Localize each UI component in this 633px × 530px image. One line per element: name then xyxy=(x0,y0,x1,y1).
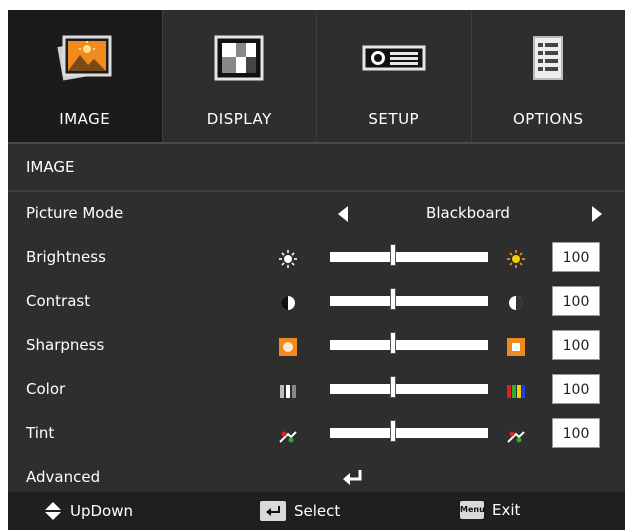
contrast-value: 100 xyxy=(552,286,600,316)
advanced-label: Advanced xyxy=(26,468,101,486)
tint-high-icon xyxy=(507,431,525,443)
brightness-slider[interactable] xyxy=(330,244,488,266)
footer-bar: UpDown Select Menu Exit xyxy=(8,492,625,530)
brightness-label: Brightness xyxy=(26,248,106,266)
footer-select: Select xyxy=(260,501,340,521)
enter-icon xyxy=(343,470,362,485)
sharpness-value: 100 xyxy=(552,330,600,360)
display-icon xyxy=(203,22,275,94)
brightness-value: 100 xyxy=(552,242,600,272)
sharpness-high-icon xyxy=(507,338,525,356)
slider-thumb[interactable] xyxy=(390,244,396,266)
slider-thumb[interactable] xyxy=(390,376,396,398)
tint-value: 100 xyxy=(552,418,600,448)
brightness-row[interactable]: Brightness 100 xyxy=(8,236,625,280)
sharpness-low-icon xyxy=(279,338,297,356)
contrast-label: Contrast xyxy=(26,292,91,310)
tab-setup-label: SETUP xyxy=(368,110,420,128)
tab-image-label: IMAGE xyxy=(59,110,111,128)
tint-low-icon xyxy=(279,431,297,443)
tint-slider[interactable] xyxy=(330,420,488,442)
tab-display[interactable]: DISPLAY xyxy=(163,10,317,142)
options-list-icon xyxy=(512,22,584,94)
footer-updown-label: UpDown xyxy=(70,502,134,520)
tab-options-label: OPTIONS xyxy=(513,110,584,128)
sun-dim-icon xyxy=(279,250,297,268)
slider-track xyxy=(330,384,488,394)
contrast-low-icon xyxy=(281,296,295,310)
slider-track xyxy=(330,296,488,306)
image-icon xyxy=(49,22,121,94)
footer-exit: Menu Exit xyxy=(460,501,520,519)
footer-updown: UpDown xyxy=(44,501,133,521)
section-title: IMAGE xyxy=(8,144,625,192)
slider-track xyxy=(330,252,488,262)
tab-display-label: DISPLAY xyxy=(206,110,272,128)
arrow-right-icon[interactable] xyxy=(592,206,602,222)
color-row[interactable]: Color 100 xyxy=(8,368,625,412)
picture-mode-label: Picture Mode xyxy=(26,204,124,222)
footer-exit-label: Exit xyxy=(492,501,521,519)
tab-options[interactable]: OPTIONS xyxy=(472,10,626,142)
color-high-icon xyxy=(507,385,525,398)
contrast-high-icon xyxy=(509,296,523,310)
sharpness-slider[interactable] xyxy=(330,332,488,354)
enter-key-icon xyxy=(260,501,286,521)
sharpness-row[interactable]: Sharpness 100 xyxy=(8,324,625,368)
menu-tabs: IMAGE DISPLAY SETUP OPTIONS xyxy=(8,10,625,144)
color-low-icon xyxy=(280,385,296,398)
osd-menu: IMAGE DISPLAY SETUP OPTIONS IMAGE Pictur… xyxy=(8,10,625,530)
contrast-slider[interactable] xyxy=(330,288,488,310)
tab-setup[interactable]: SETUP xyxy=(317,10,472,142)
arrow-left-icon[interactable] xyxy=(338,206,348,222)
footer-select-label: Select xyxy=(294,502,341,520)
picture-mode-row[interactable]: Picture Mode Blackboard xyxy=(8,192,625,236)
setup-projector-icon xyxy=(358,22,430,94)
slider-thumb[interactable] xyxy=(390,332,396,354)
slider-track xyxy=(330,428,488,438)
color-value: 100 xyxy=(552,374,600,404)
tab-image[interactable]: IMAGE xyxy=(8,10,163,142)
picture-mode-value: Blackboard xyxy=(426,204,510,222)
updown-arrows-icon xyxy=(45,502,61,520)
contrast-row[interactable]: Contrast 100 xyxy=(8,280,625,324)
sharpness-label: Sharpness xyxy=(26,336,105,354)
tint-row[interactable]: Tint 100 xyxy=(8,412,625,456)
slider-track xyxy=(330,340,488,350)
tint-label: Tint xyxy=(26,424,55,442)
slider-thumb[interactable] xyxy=(390,420,396,442)
color-label: Color xyxy=(26,380,66,398)
color-slider[interactable] xyxy=(330,376,488,398)
slider-thumb[interactable] xyxy=(390,288,396,310)
sun-bright-icon xyxy=(507,250,525,268)
menu-key-icon: Menu xyxy=(460,501,485,519)
